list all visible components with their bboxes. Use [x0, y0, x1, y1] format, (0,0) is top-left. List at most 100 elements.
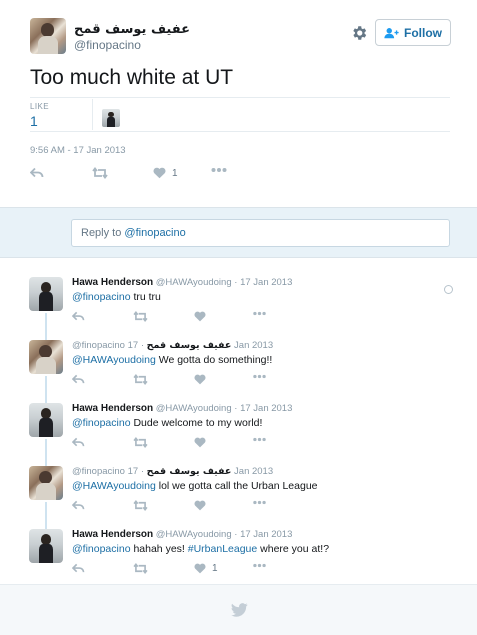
reply-author-handle[interactable]: @HAWAyoudoing — [156, 529, 232, 540]
heart-icon — [194, 500, 206, 511]
tweet-actions: 1 — [30, 167, 290, 183]
reply-button[interactable] — [72, 374, 85, 385]
reply-author-handle[interactable]: @HAWAyoudoing — [156, 277, 232, 288]
tweet-timestamp[interactable]: 9:56 AM - 17 Jan 2013 — [30, 145, 126, 156]
reply-date[interactable]: 17 Jan 2013 — [240, 403, 292, 414]
date-separator: · — [231, 403, 241, 414]
reply-author-handle[interactable]: @finopacino — [72, 466, 125, 477]
like-button[interactable] — [194, 311, 206, 322]
retweet-button[interactable] — [133, 437, 148, 448]
list-item: @finopacino عفيف يوسف قمح · 17 Jan 2013 … — [0, 324, 477, 402]
more-icon — [253, 437, 266, 442]
reply-author-name[interactable]: Hawa Henderson — [72, 277, 153, 288]
tweet-text: Too much white at UT — [30, 66, 234, 89]
more-button[interactable] — [211, 167, 227, 173]
reply-body: hahah yes! — [130, 543, 188, 555]
reply-button[interactable] — [72, 437, 85, 448]
reply-author-name[interactable]: Hawa Henderson — [72, 529, 153, 540]
gear-icon[interactable] — [350, 24, 368, 42]
like-button[interactable]: 1 — [194, 563, 218, 574]
reply-date[interactable]: 17 Jan 2013 — [240, 277, 292, 288]
hashtag-link[interactable]: #UrbanLeague — [188, 543, 257, 555]
divider — [30, 131, 450, 132]
date-separator: · — [231, 529, 241, 540]
caret-icon[interactable] — [444, 285, 453, 294]
like-button[interactable]: 1 — [153, 167, 178, 179]
reply-author-handle[interactable]: @HAWAyoudoing — [156, 403, 232, 414]
reply-icon — [72, 563, 85, 573]
reply-actions — [72, 437, 372, 451]
reply-author-name[interactable]: Hawa Henderson — [72, 403, 153, 414]
retweet-icon — [92, 167, 108, 179]
retweet-button[interactable] — [133, 311, 148, 322]
more-button[interactable] — [252, 437, 267, 442]
reply-mention: @finopacino — [124, 227, 186, 239]
reply-button[interactable] — [30, 167, 44, 179]
retweet-button[interactable] — [133, 500, 148, 511]
reply-prefix: Reply to — [81, 227, 125, 239]
reply-button[interactable] — [72, 311, 85, 322]
likes-count[interactable]: 1 — [30, 113, 38, 129]
more-icon — [253, 311, 266, 316]
reply-text: @finopacino hahah yes! #UrbanLeague wher… — [72, 543, 329, 555]
reply-composer: Reply to @finopacino — [0, 207, 477, 258]
avatar[interactable] — [29, 529, 63, 563]
more-button[interactable] — [252, 311, 267, 316]
reply-icon — [72, 437, 85, 447]
reply-actions: 1 — [72, 563, 372, 577]
like-button[interactable] — [194, 500, 206, 511]
avatar[interactable] — [29, 466, 63, 500]
heart-icon — [194, 437, 206, 448]
heart-icon — [153, 167, 166, 179]
reply-icon — [30, 167, 44, 178]
reply-body: tru tru — [130, 291, 161, 303]
author-handle[interactable]: @finopacino — [74, 38, 141, 52]
twitter-bird-icon[interactable] — [231, 603, 248, 617]
reply-button[interactable] — [72, 563, 85, 574]
avatar[interactable] — [29, 277, 63, 311]
reply-mention[interactable]: @finopacino — [72, 543, 131, 555]
more-button[interactable] — [252, 374, 267, 379]
footer — [0, 584, 477, 635]
date-separator: · — [231, 277, 241, 288]
like-count: 1 — [212, 563, 218, 574]
follow-button[interactable]: Follow — [375, 19, 451, 46]
retweet-icon — [133, 500, 148, 511]
retweet-button[interactable] — [133, 563, 148, 574]
divider — [92, 99, 93, 130]
more-button[interactable] — [252, 500, 267, 505]
author-avatar[interactable] — [30, 18, 66, 54]
reply-mention[interactable]: @finopacino — [72, 417, 131, 429]
reply-input[interactable]: Reply to @finopacino — [71, 219, 450, 247]
thread-line — [45, 387, 47, 403]
reply-author-name[interactable]: عفيف يوسف قمح — [147, 340, 232, 351]
more-icon — [253, 563, 266, 568]
reply-header: @finopacino عفيف يوسف قمح · 17 Jan 2013 — [72, 466, 273, 477]
reply-date[interactable]: 17 Jan 2013 — [240, 529, 292, 540]
reply-body: lol we gotta call the Urban League — [155, 480, 318, 492]
reply-header: Hawa Henderson @HAWAyoudoing · 17 Jan 20… — [72, 529, 292, 540]
retweet-icon — [133, 311, 148, 322]
retweet-button[interactable] — [133, 374, 148, 385]
more-icon — [253, 500, 266, 505]
more-button[interactable] — [252, 563, 267, 568]
thread-line — [45, 513, 47, 529]
main-tweet: عفيف يوسف قمح @finopacino Follow Too muc… — [0, 0, 477, 207]
reply-author-handle[interactable]: @finopacino — [72, 340, 125, 351]
date-separator: · — [138, 340, 147, 351]
reply-mention[interactable]: @HAWAyoudoing — [72, 480, 156, 492]
retweet-button[interactable] — [92, 167, 108, 179]
avatar[interactable] — [29, 403, 63, 437]
like-button[interactable] — [194, 374, 206, 385]
avatar[interactable] — [29, 340, 63, 374]
liker-avatar[interactable] — [102, 109, 120, 127]
like-button[interactable] — [194, 437, 206, 448]
list-item: Hawa Henderson @HAWAyoudoing · 17 Jan 20… — [0, 268, 477, 339]
reply-actions — [72, 500, 372, 514]
reply-button[interactable] — [72, 500, 85, 511]
conversation: Hawa Henderson @HAWAyoudoing · 17 Jan 20… — [0, 258, 477, 584]
author-name[interactable]: عفيف يوسف قمح — [74, 22, 190, 37]
reply-mention[interactable]: @finopacino — [72, 291, 131, 303]
reply-author-name[interactable]: عفيف يوسف قمح — [147, 466, 232, 477]
reply-mention[interactable]: @HAWAyoudoing — [72, 354, 156, 366]
